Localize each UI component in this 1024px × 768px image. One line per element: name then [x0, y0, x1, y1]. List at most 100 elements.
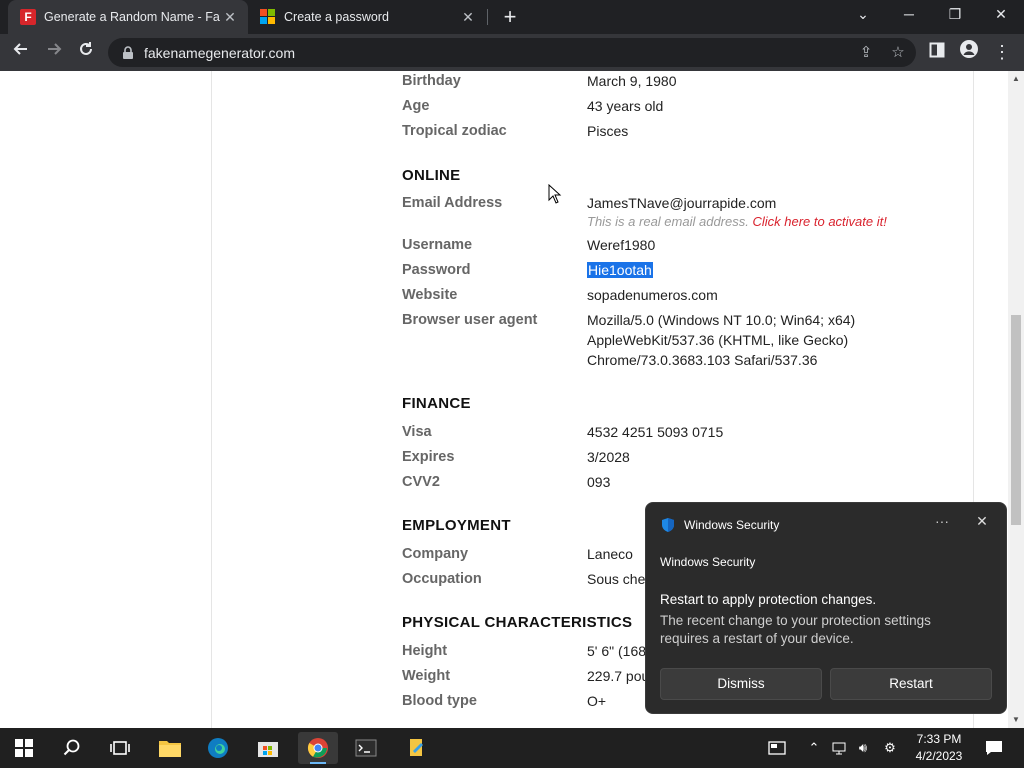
close-icon[interactable]: ✕ [458, 9, 478, 26]
chrome-icon[interactable] [298, 732, 338, 764]
occupation-label: Occupation [402, 571, 482, 587]
restart-button[interactable]: Restart [830, 668, 992, 700]
tab-create-password[interactable]: Create a password ✕ [248, 0, 486, 34]
clock-date: 4/2/2023 [915, 749, 963, 763]
user-agent-line: Mozilla/5.0 (Windows NT 10.0; Win64; x64… [587, 312, 856, 328]
reload-icon [80, 42, 92, 55]
tab-divider [487, 9, 488, 25]
chevron-up-icon[interactable]: ⌃ [804, 728, 824, 768]
user-agent-value: Mozilla/5.0 (Windows NT 10.0; Win64; x64… [587, 310, 855, 370]
side-panel-icon[interactable] [922, 37, 952, 67]
scroll-down-arrow-icon[interactable]: ▼ [1008, 712, 1024, 728]
age-value: 43 years old [587, 98, 664, 114]
password-value[interactable]: Hie1ootah [587, 262, 653, 278]
forward-button[interactable] [39, 37, 69, 67]
company-label: Company [402, 546, 469, 562]
scroll-up-arrow-icon[interactable]: ▲ [1008, 71, 1024, 87]
scrollbar-thumb[interactable] [1011, 315, 1021, 525]
email-note-text: This is a real email address. [587, 214, 749, 229]
more-options-icon[interactable]: ··· [932, 513, 952, 529]
system-clock[interactable]: 7:33 PM 4/2/2023 [910, 731, 968, 765]
microsoft-icon [260, 9, 276, 25]
tab-search-icon[interactable]: ⌄ [840, 0, 886, 30]
notification-header: Windows Security [660, 517, 779, 533]
store-icon[interactable] [248, 732, 288, 764]
menu-kebab-icon[interactable]: ⋮ [987, 37, 1017, 67]
email-note: This is a real email address. Click here… [587, 214, 887, 229]
tab-fakename[interactable]: F Generate a Random Name - Fake Name Gen… [8, 0, 248, 34]
close-icon[interactable]: ✕ [972, 513, 992, 530]
zodiac-value: Pisces [587, 123, 629, 139]
notification-app-name: Windows Security [660, 555, 756, 569]
back-button[interactable] [6, 37, 36, 67]
back-arrow-icon [13, 43, 27, 55]
employment-heading: EMPLOYMENT [402, 517, 511, 534]
blood-type-value: O+ [587, 693, 607, 709]
physical-heading: PHYSICAL CHARACTERISTICS [402, 614, 633, 631]
settings-gear-icon[interactable]: ⚙ [878, 728, 902, 768]
occupation-value: Sous chef [587, 571, 650, 587]
birthday-value: March 9, 1980 [587, 73, 677, 89]
task-view-icon[interactable] [100, 732, 140, 764]
notification-title: Restart to apply protection changes. [660, 592, 877, 607]
age-label: Age [402, 98, 430, 114]
url-text: fakenamegenerator.com [144, 44, 295, 61]
notification-header-text: Windows Security [684, 518, 780, 532]
restore-button[interactable]: ❐ [932, 0, 978, 30]
finance-heading: FINANCE [402, 395, 471, 412]
username-label: Username [402, 237, 473, 253]
windows-security-notification: Windows Security ··· ✕ Windows Security … [645, 502, 1007, 714]
profile-avatar-icon[interactable] [954, 37, 984, 67]
edge-browser-icon[interactable] [198, 732, 238, 764]
cvv-label: CVV2 [402, 474, 440, 490]
file-explorer-icon[interactable] [150, 732, 190, 764]
height-value: 5' 6" (168 [587, 643, 647, 659]
forward-arrow-icon [48, 43, 62, 55]
online-heading: ONLINE [402, 167, 461, 184]
weight-label: Weight [402, 668, 451, 684]
new-tab-button[interactable]: + [498, 4, 522, 30]
expires-label: Expires [402, 449, 455, 465]
email-label: Email Address [402, 195, 503, 211]
cvv-value: 093 [587, 474, 611, 490]
search-icon[interactable] [52, 732, 92, 764]
website-label: Website [402, 287, 458, 303]
windows-logo-icon [15, 739, 33, 757]
news-widget-icon[interactable] [764, 728, 790, 768]
tab-strip: F Generate a Random Name - Fake Name Gen… [0, 0, 1024, 34]
lock-icon [123, 45, 133, 59]
address-bar[interactable]: fakenamegenerator.com ⇪ ☆ [108, 38, 916, 67]
weight-value: 229.7 pou [587, 668, 650, 684]
taskbar: ⌃ 🔊︎ ⚙ 7:33 PM 4/2/2023 [0, 728, 1024, 768]
visa-value: 4532 4251 5093 0715 [587, 424, 724, 440]
network-icon[interactable] [828, 728, 850, 768]
close-window-button[interactable]: ✕ [978, 0, 1024, 30]
email-value[interactable]: JamesTNave@jourrapide.com [587, 195, 776, 211]
notepad-folder-icon[interactable] [396, 732, 436, 764]
share-icon[interactable]: ⇪ [852, 38, 880, 67]
mouse-cursor-icon [548, 184, 562, 204]
password-selection[interactable]: Hie1ootah [587, 262, 653, 278]
start-button[interactable] [4, 732, 44, 764]
notification-center-icon[interactable] [980, 728, 1008, 768]
activate-email-link[interactable]: Click here to activate it! [752, 214, 886, 229]
user-agent-line: AppleWebKit/537.36 (KHTML, like Gecko) [587, 332, 849, 348]
terminal-icon[interactable] [346, 732, 386, 764]
reload-button[interactable] [71, 37, 101, 67]
birthday-label: Birthday [402, 73, 461, 89]
username-value[interactable]: Weref1980 [587, 237, 655, 253]
tab-title: Create a password [284, 10, 389, 24]
notification-body: The recent change to your protection set… [660, 613, 931, 646]
fakename-icon: F [20, 9, 36, 25]
user-agent-label: Browser user agent [402, 312, 538, 328]
website-value[interactable]: sopadenumeros.com [587, 287, 718, 303]
minimize-button[interactable]: ─ [886, 0, 932, 30]
close-icon[interactable]: ✕ [220, 9, 240, 26]
height-label: Height [402, 643, 448, 659]
dismiss-button[interactable]: Dismiss [660, 668, 822, 700]
volume-icon[interactable]: 🔊︎ [852, 728, 874, 768]
page-scrollbar[interactable]: ▲ ▼ [1008, 71, 1024, 728]
zodiac-label: Tropical zodiac [402, 123, 507, 139]
user-agent-line: Chrome/73.0.3683.103 Safari/537.36 [587, 352, 818, 368]
bookmark-star-icon[interactable]: ☆ [884, 38, 912, 67]
